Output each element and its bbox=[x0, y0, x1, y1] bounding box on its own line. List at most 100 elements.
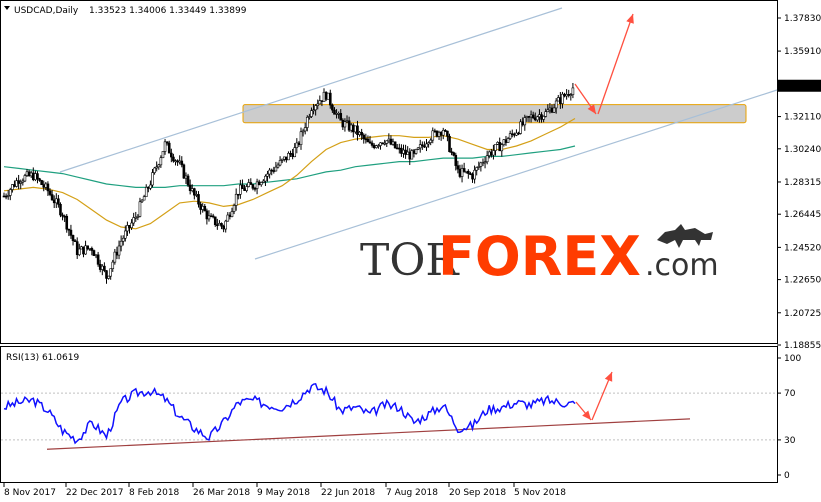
bear-candle bbox=[165, 141, 169, 144]
bear-candle bbox=[364, 138, 368, 141]
bull-candle bbox=[425, 143, 428, 148]
time-axis: 8 Nov 2017 22 Dec 2017 8 Feb 2018 26 Mar 20… bbox=[3, 483, 566, 498]
bull-candle bbox=[548, 107, 552, 111]
bear-candle bbox=[559, 97, 562, 104]
bull-candle bbox=[255, 181, 259, 189]
bull-candle bbox=[427, 142, 430, 145]
bull-candle bbox=[303, 127, 307, 132]
bull-candle bbox=[385, 140, 389, 144]
bull-candle bbox=[124, 230, 127, 239]
bull-candle bbox=[519, 121, 522, 134]
bear-candle bbox=[205, 210, 209, 220]
bull-candle bbox=[569, 94, 573, 96]
bull-candle bbox=[523, 117, 527, 126]
bull-candle bbox=[414, 149, 418, 154]
bull-candle bbox=[155, 166, 158, 169]
bear-candle bbox=[452, 152, 455, 156]
bull-candle bbox=[19, 181, 23, 184]
bear-candle bbox=[504, 139, 508, 143]
bear-candle bbox=[31, 172, 35, 180]
bull-candle bbox=[387, 138, 391, 142]
watermark-forex: FOREX bbox=[438, 225, 641, 288]
bull-candle bbox=[262, 180, 265, 183]
time-tick-label: 5 Nov 2018 bbox=[514, 488, 566, 498]
bull-candle bbox=[529, 114, 533, 118]
bear-candle bbox=[370, 142, 374, 146]
bear-candle bbox=[360, 131, 363, 136]
bull-candle bbox=[29, 172, 33, 177]
ohlc-values: 1.33523 1.34006 1.33449 1.33899 bbox=[89, 6, 247, 16]
bull-candle bbox=[247, 182, 251, 187]
bear-candle bbox=[115, 251, 119, 256]
bear-candle bbox=[203, 206, 207, 212]
bear-candle bbox=[67, 228, 71, 231]
bull-candle bbox=[195, 194, 198, 196]
bear-candle bbox=[368, 141, 372, 144]
bear-candle bbox=[61, 214, 64, 217]
bull-candle bbox=[464, 170, 468, 173]
price-tick-label: 1.30240 bbox=[784, 145, 821, 155]
bear-candle bbox=[257, 181, 261, 186]
bull-candle bbox=[280, 158, 284, 161]
bear-candle bbox=[567, 94, 571, 96]
bear-candle bbox=[128, 225, 131, 228]
bear-candle bbox=[52, 199, 56, 204]
bull-candle bbox=[295, 142, 299, 148]
bull-candle bbox=[479, 162, 483, 167]
bull-candle bbox=[119, 240, 123, 247]
bull-candle bbox=[345, 120, 349, 123]
bear-candle bbox=[65, 215, 69, 230]
bull-candle bbox=[460, 168, 464, 177]
bull-candle bbox=[571, 87, 575, 95]
bull-candle bbox=[144, 187, 148, 198]
bull-candle bbox=[542, 116, 545, 120]
bear-candle bbox=[27, 171, 31, 177]
bear-candle bbox=[450, 151, 453, 154]
bear-candle bbox=[38, 178, 41, 181]
bull-candle bbox=[234, 193, 238, 206]
bull-candle bbox=[416, 147, 420, 150]
bear-candle bbox=[517, 132, 520, 135]
bear-candle bbox=[448, 135, 451, 153]
bull-candle bbox=[77, 248, 81, 256]
bear-candle bbox=[471, 173, 474, 180]
rsi-tick-label: 70 bbox=[784, 389, 796, 399]
price-tick-label: 1.37830 bbox=[784, 14, 821, 24]
price-tick-label: 1.35910 bbox=[784, 47, 821, 57]
resistance-zone bbox=[242, 104, 747, 124]
bear-candle bbox=[333, 109, 336, 115]
bull-candle bbox=[349, 124, 353, 131]
bull-candle bbox=[149, 184, 152, 189]
bull-candle bbox=[312, 109, 315, 112]
bull-candle bbox=[552, 107, 556, 113]
bear-candle bbox=[176, 160, 179, 163]
bull-candle bbox=[358, 131, 361, 135]
time-tick-label: 8 Feb 2018 bbox=[129, 488, 180, 498]
time-tick-label: 26 Mar 2018 bbox=[193, 488, 250, 498]
bear-candle bbox=[86, 245, 89, 250]
bull-candle bbox=[159, 157, 163, 166]
price-axis: 1.37830 1.35910 1.33899 1.32110 1.30240 1.283… bbox=[777, 14, 821, 351]
bull-candle bbox=[178, 160, 181, 163]
bull-candle bbox=[544, 111, 548, 117]
bull-candle bbox=[343, 121, 347, 128]
bear-candle bbox=[90, 248, 94, 251]
bull-candle bbox=[136, 216, 140, 218]
bull-candle bbox=[218, 223, 221, 226]
price-tick-label: 1.24520 bbox=[784, 243, 821, 253]
bull-candle bbox=[525, 116, 529, 118]
bull-candle bbox=[318, 100, 322, 105]
bear-candle bbox=[46, 183, 50, 192]
bear-candle bbox=[490, 151, 493, 156]
bull-candle bbox=[561, 93, 564, 104]
bear-candle bbox=[222, 225, 225, 230]
bull-candle bbox=[190, 188, 194, 191]
bear-candle bbox=[393, 141, 397, 149]
bear-candle bbox=[98, 264, 102, 270]
bear-candle bbox=[533, 117, 537, 121]
price-tick-label: 1.26445 bbox=[784, 210, 821, 220]
bear-candle bbox=[421, 144, 424, 147]
bear-candle bbox=[50, 194, 54, 201]
current-price-label: 1.33899 bbox=[782, 82, 819, 92]
bull-candle bbox=[54, 198, 58, 204]
